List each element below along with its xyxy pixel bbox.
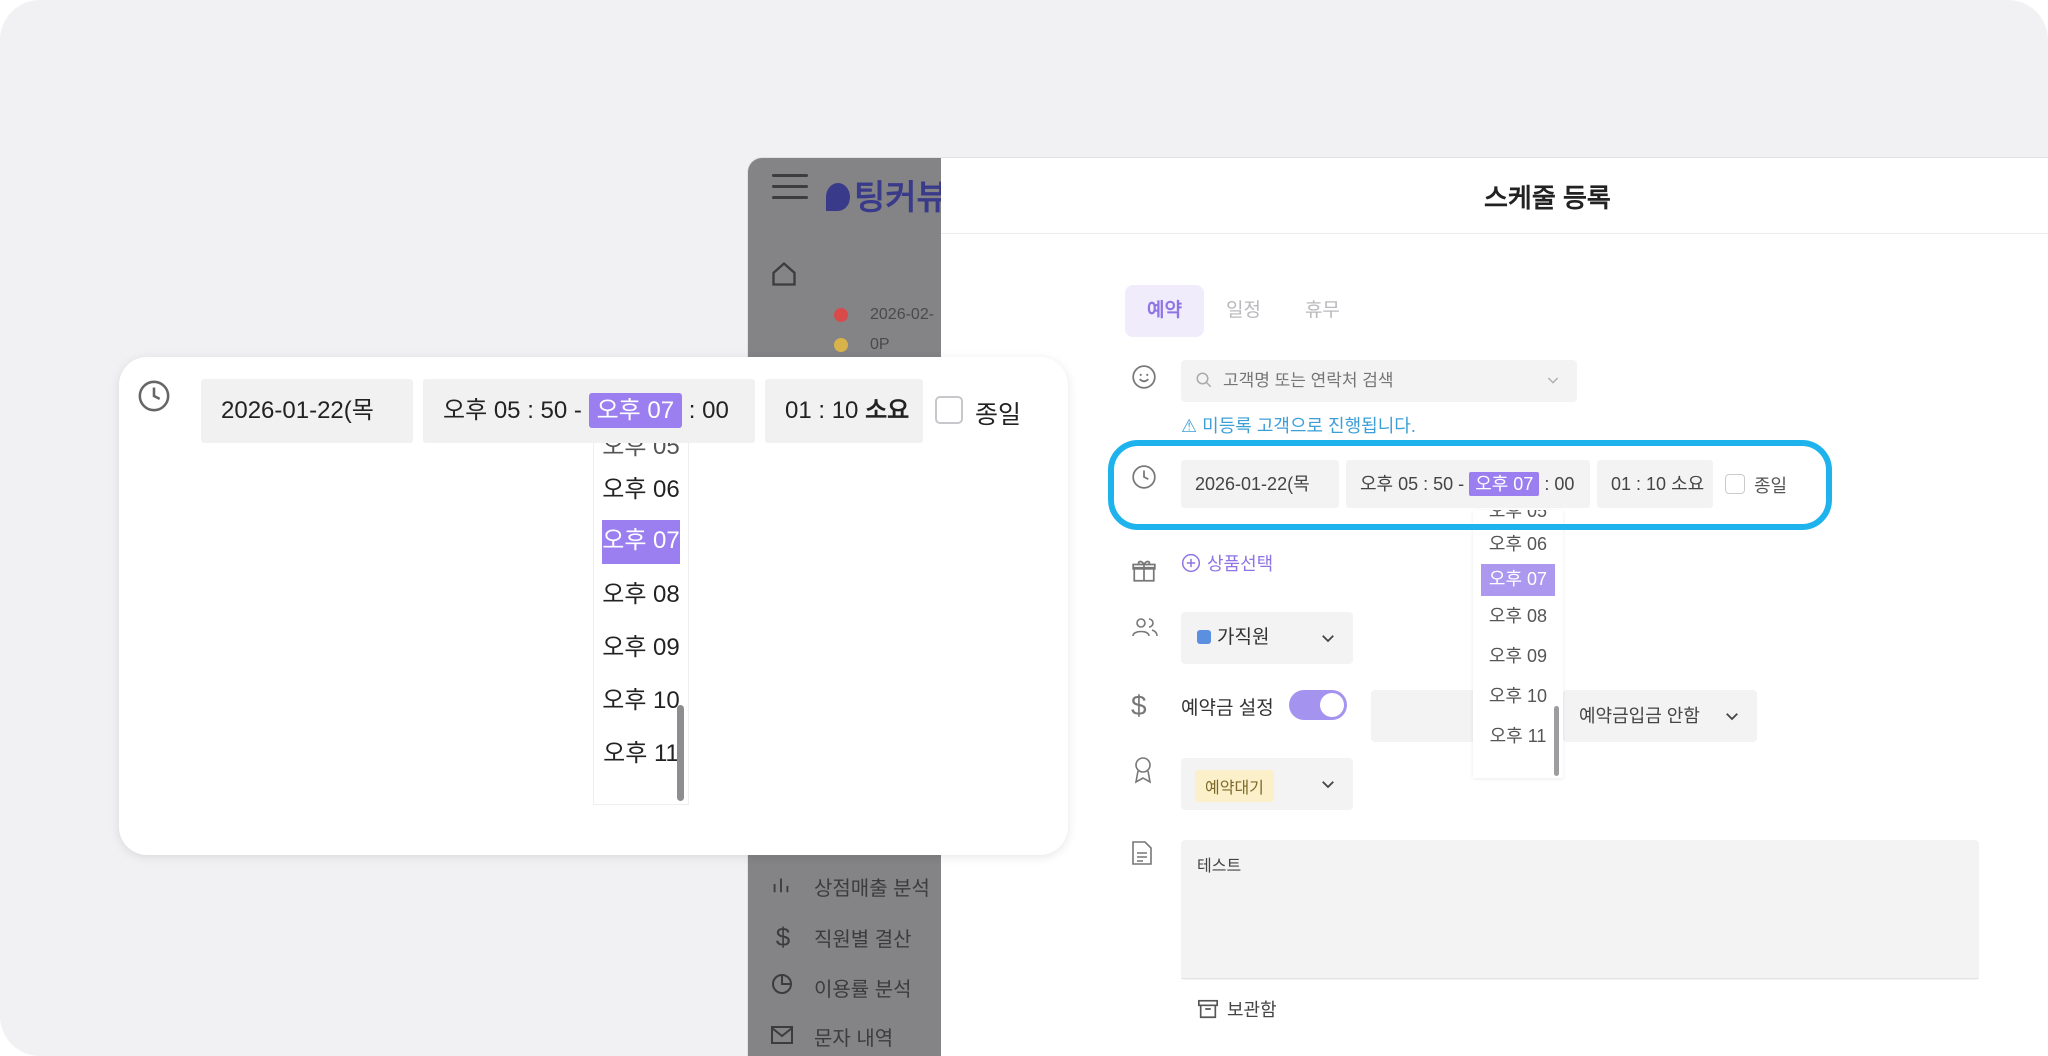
memo-divider [1181, 978, 1979, 979]
unregistered-warning: ⚠ 미등록 고객으로 진행됩니다. [1181, 416, 1416, 436]
dropdown-scrollbar[interactable] [1554, 706, 1559, 776]
modal-header: 스케줄 등록 [941, 158, 2048, 234]
hour-option[interactable]: 오후 06 [594, 463, 688, 516]
customer-search[interactable] [1181, 360, 1577, 402]
duration-value: 01 : 10 [785, 397, 859, 424]
hour-option[interactable]: 오후 08 [1473, 596, 1563, 636]
sidebar-item-staff-settlement[interactable]: $ 직원별 결산 [770, 922, 912, 953]
reservation-status-select[interactable]: 예약대기 [1181, 758, 1353, 810]
chevron-down-icon[interactable] [1545, 372, 1561, 388]
dollar-icon: $ [1131, 690, 1147, 721]
sidebar-item-label: 문자 내역 [814, 1028, 894, 1050]
deposit-label: 예약금 설정 [1181, 698, 1274, 719]
memo-text: 테스트 [1197, 858, 1242, 875]
chevron-down-icon [1319, 775, 1337, 793]
sidebar-point-item[interactable]: 0P [870, 336, 890, 354]
all-day-checkbox[interactable] [935, 396, 963, 424]
memo-textarea[interactable]: 테스트 [1181, 840, 1979, 980]
tab-reservation[interactable]: 예약 [1125, 285, 1204, 337]
deposit-status-value: 예약금입금 안함 [1579, 706, 1700, 726]
schedule-type-tabs: 예약 일정 휴무 [1125, 285, 1362, 337]
sidebar-item-sales-analysis[interactable]: 상점매출 분석 [770, 872, 930, 901]
chevron-down-icon [1319, 629, 1337, 647]
end-minute[interactable]: : 00 [689, 397, 729, 424]
all-day-label: 종일 [975, 401, 1022, 429]
sidebar-item-label: 직원별 결산 [814, 929, 912, 951]
zoom-hour-dropdown: 오후 05 오후 06 오후 07 오후 08 오후 09 오후 10 오후 1… [593, 443, 689, 805]
status-dot-icon [834, 308, 848, 322]
tab-schedule[interactable]: 일정 [1204, 285, 1283, 337]
chevron-down-icon [1723, 707, 1741, 725]
start-time[interactable]: 오후 05 : 50 - [443, 397, 582, 424]
sidebar-item-sms-history[interactable]: 문자 내역 [770, 1022, 893, 1051]
modal-title: 스케줄 등록 [1484, 183, 1611, 213]
award-icon [1131, 756, 1159, 784]
pie-chart-icon [770, 972, 796, 996]
status-badge: 예약대기 [1195, 770, 1274, 802]
brand-logo: 팅커뷰 [826, 170, 948, 219]
plus-circle-icon [1181, 553, 1201, 573]
hour-option[interactable]: 오후 05 [594, 443, 688, 463]
zoom-time-range-field[interactable]: 오후 05 : 50 - 오후 07 : 00 [423, 379, 755, 443]
staff-color-swatch [1197, 630, 1211, 644]
hour-option[interactable]: 오후 11 [594, 727, 688, 780]
deposit-toggle[interactable] [1289, 690, 1347, 720]
bar-chart-icon [770, 873, 796, 895]
search-icon [1195, 371, 1213, 389]
hour-option-selected[interactable]: 오후 07 [1481, 564, 1555, 596]
archive-icon [1197, 998, 1219, 1020]
users-icon [1131, 614, 1159, 642]
dropdown-scrollbar[interactable] [677, 705, 684, 801]
home-icon[interactable] [770, 260, 798, 288]
staff-select[interactable]: 가직원 [1181, 612, 1353, 664]
zoom-date-field[interactable]: 2026-01-22(목 [201, 379, 413, 443]
end-hour-select[interactable]: 오후 07 [588, 393, 683, 428]
product-select-button[interactable]: 상품선택 [1181, 550, 1273, 576]
archive-label: 보관함 [1227, 1000, 1277, 1020]
sidebar-item-label: 이용률 분석 [814, 979, 912, 1001]
gift-icon [1131, 558, 1159, 586]
brand-name: 팅커뷰 [854, 179, 948, 217]
toggle-knob [1320, 693, 1344, 717]
hour-option[interactable]: 오후 09 [594, 621, 688, 674]
point-dot-icon [834, 338, 848, 352]
tab-day-off[interactable]: 휴무 [1283, 285, 1362, 337]
dollar-icon: $ [775, 922, 791, 952]
zoom-callout: 2026-01-22(목 오후 05 : 50 - 오후 07 : 00 01 … [119, 357, 1068, 855]
hour-option-selected[interactable]: 오후 07 [602, 520, 680, 564]
hour-option[interactable]: 오후 10 [594, 674, 688, 727]
hour-dropdown: 오후 05 오후 06 오후 07 오후 08 오후 09 오후 10 오후 1… [1473, 510, 1563, 778]
duration-unit: 소요 [865, 397, 910, 424]
hamburger-menu-icon[interactable] [772, 174, 808, 202]
focus-highlight-ring [1108, 440, 1832, 530]
hour-option[interactable]: 오후 11 [1473, 716, 1563, 756]
sidebar-item-usage-analysis[interactable]: 이용률 분석 [770, 972, 912, 1002]
product-select-label: 상품선택 [1207, 554, 1274, 574]
hour-option[interactable]: 오후 06 [1473, 524, 1563, 564]
smiley-icon [1131, 364, 1159, 392]
deposit-status-select[interactable]: 예약금입금 안함 [1563, 690, 1757, 742]
sidebar-date-item[interactable]: 2026-02- [870, 306, 934, 324]
clock-icon [137, 379, 171, 413]
brand-pin-icon [826, 183, 850, 211]
customer-search-input[interactable] [1223, 360, 1523, 402]
hour-option[interactable]: 오후 08 [594, 568, 688, 621]
document-icon [1131, 840, 1159, 868]
hour-option[interactable]: 오후 09 [1473, 636, 1563, 676]
zoom-duration-field[interactable]: 01 : 10 소요 [765, 379, 923, 443]
mail-icon [770, 1025, 796, 1045]
archive-button[interactable]: 보관함 [1197, 996, 1277, 1022]
staff-name: 가직원 [1217, 627, 1270, 648]
sidebar-item-label: 상점매출 분석 [814, 878, 930, 900]
hour-option[interactable]: 오후 10 [1473, 676, 1563, 716]
